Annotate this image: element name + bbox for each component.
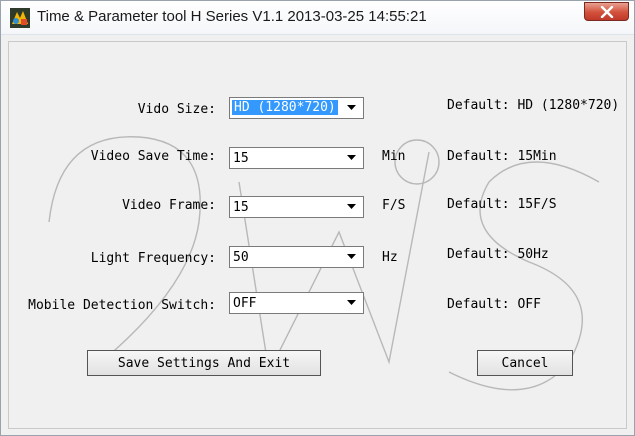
dropdown-arrow-button[interactable] <box>341 247 363 267</box>
mobile-detection-switch-dropdown[interactable]: OFF <box>229 292 364 314</box>
unit-video-save-time: Min <box>382 149 406 164</box>
default-mobile-detection-switch: Default: OFF <box>447 297 541 312</box>
light-frequency-value: 50 <box>233 250 249 265</box>
chevron-down-icon <box>347 155 356 160</box>
dropdown-arrow-button[interactable] <box>341 98 363 118</box>
chevron-down-icon <box>347 105 356 110</box>
field-label-light-frequency: Light Frequency: <box>90 251 216 266</box>
field-label-mobile-detection-switch: Mobile Detection Switch: <box>28 298 216 313</box>
video-size-value: HD (1280*720) <box>232 100 338 115</box>
video-frame-value: 15 <box>233 200 249 215</box>
unit-video-frame: F/S <box>382 198 406 213</box>
dropdown-arrow-button[interactable] <box>341 293 363 313</box>
close-icon <box>600 6 614 18</box>
dropdown-arrow-button[interactable] <box>341 148 363 168</box>
light-frequency-dropdown[interactable]: 50 <box>229 246 364 268</box>
chevron-down-icon <box>347 254 356 259</box>
field-label-video-save-time: Video Save Time: <box>90 149 216 164</box>
default-video-frame: Default: 15F/S <box>447 197 557 212</box>
app-icon <box>10 8 30 28</box>
window-title: Time & Parameter tool H Series V1.1 2013… <box>37 8 427 25</box>
mobile-detection-switch-value: OFF <box>233 296 257 311</box>
app-window: Time & Parameter tool H Series V1.1 2013… <box>0 0 635 436</box>
title-bar: Time & Parameter tool H Series V1.1 2013… <box>1 1 634 35</box>
default-light-frequency: Default: 50Hz <box>447 247 549 262</box>
default-video-size: Default: HD (1280*720) <box>447 98 620 113</box>
field-label-video-frame: Video Frame: <box>122 198 216 213</box>
save-settings-button[interactable]: Save Settings And Exit <box>87 350 321 376</box>
chevron-down-icon <box>347 204 356 209</box>
video-save-time-value: 15 <box>233 151 249 166</box>
video-frame-dropdown[interactable]: 15 <box>229 196 364 218</box>
default-video-save-time: Default: 15Min <box>447 149 557 164</box>
dropdown-arrow-button[interactable] <box>341 197 363 217</box>
cancel-button[interactable]: Cancel <box>477 350 573 376</box>
close-button[interactable] <box>584 2 629 21</box>
video-size-dropdown[interactable]: HD (1280*720) <box>229 97 364 119</box>
unit-light-frequency: Hz <box>382 250 398 265</box>
video-save-time-dropdown[interactable]: 15 <box>229 147 364 169</box>
field-label-video-size: Vido Size: <box>137 102 216 117</box>
chevron-down-icon <box>347 300 356 305</box>
